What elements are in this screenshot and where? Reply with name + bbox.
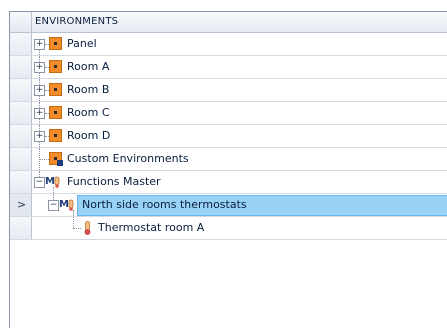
svg-text:M: M: [45, 176, 55, 187]
tree-row-room-c[interactable]: + Room C: [10, 102, 447, 125]
header-corner: [10, 12, 32, 32]
current-row-indicator: >: [17, 198, 27, 211]
tree-item-label[interactable]: North side rooms thermostats: [82, 198, 247, 211]
collapse-icon[interactable]: −: [48, 200, 59, 211]
tree-row-room-a[interactable]: + Room A: [10, 56, 447, 79]
thermostat-icon: [84, 221, 91, 235]
row-selector[interactable]: [10, 33, 32, 55]
tree-connector: [73, 228, 81, 229]
tree-row-functions-master[interactable]: − M Functions Master: [10, 171, 447, 194]
environment-icon: [49, 83, 62, 96]
row-selector[interactable]: [10, 171, 32, 193]
tree-item-label[interactable]: Room B: [67, 83, 109, 96]
grid-header: ENVIRONMENTS: [10, 12, 447, 33]
row-selector[interactable]: [10, 125, 32, 147]
tree-item-label[interactable]: Custom Environments: [67, 152, 189, 165]
expand-icon[interactable]: +: [34, 85, 45, 96]
tree-row-room-b[interactable]: + Room B: [10, 79, 447, 102]
row-selector[interactable]: [10, 56, 32, 78]
tree-row-thermostat-room-a[interactable]: Thermostat room A: [10, 217, 447, 240]
row-selector[interactable]: [10, 79, 32, 101]
expand-icon[interactable]: +: [34, 39, 45, 50]
row-selector[interactable]: [10, 148, 32, 170]
expand-icon[interactable]: +: [34, 62, 45, 73]
svg-text:M: M: [59, 199, 69, 210]
environment-icon: [49, 106, 62, 119]
tree-item-label[interactable]: Functions Master: [67, 175, 161, 188]
environment-icon: [49, 129, 62, 142]
tree-item-label[interactable]: Panel: [67, 37, 97, 50]
environment-icon: [49, 37, 62, 50]
tree-item-label[interactable]: Room D: [67, 129, 110, 142]
collapse-icon[interactable]: −: [34, 177, 45, 188]
tree-connector: [39, 159, 49, 160]
row-selector[interactable]: >: [10, 194, 32, 216]
expand-icon[interactable]: +: [34, 131, 45, 142]
expand-icon[interactable]: +: [34, 108, 45, 119]
tree-row-panel[interactable]: + Panel: [10, 33, 447, 56]
custom-environment-icon: [49, 152, 63, 166]
functions-group-icon: M: [59, 199, 74, 211]
tree-row-room-d[interactable]: + Room D: [10, 125, 447, 148]
tree-item-label[interactable]: Room A: [67, 60, 109, 73]
row-selector[interactable]: [10, 102, 32, 124]
environments-tree-grid: ENVIRONMENTS + Panel + Room A + Room B +…: [9, 11, 447, 328]
tree-row-custom-environments[interactable]: Custom Environments: [10, 148, 447, 171]
functions-master-icon: M: [45, 176, 60, 188]
tree-item-label[interactable]: Room C: [67, 106, 110, 119]
tree-row-north-side-rooms-thermostats[interactable]: > − M North side rooms thermostats: [10, 194, 447, 217]
header-title: ENVIRONMENTS: [35, 16, 119, 27]
tree-item-label[interactable]: Thermostat room A: [98, 221, 204, 234]
row-selector[interactable]: [10, 217, 32, 239]
tree-connector: [73, 217, 74, 228]
environment-icon: [49, 60, 62, 73]
